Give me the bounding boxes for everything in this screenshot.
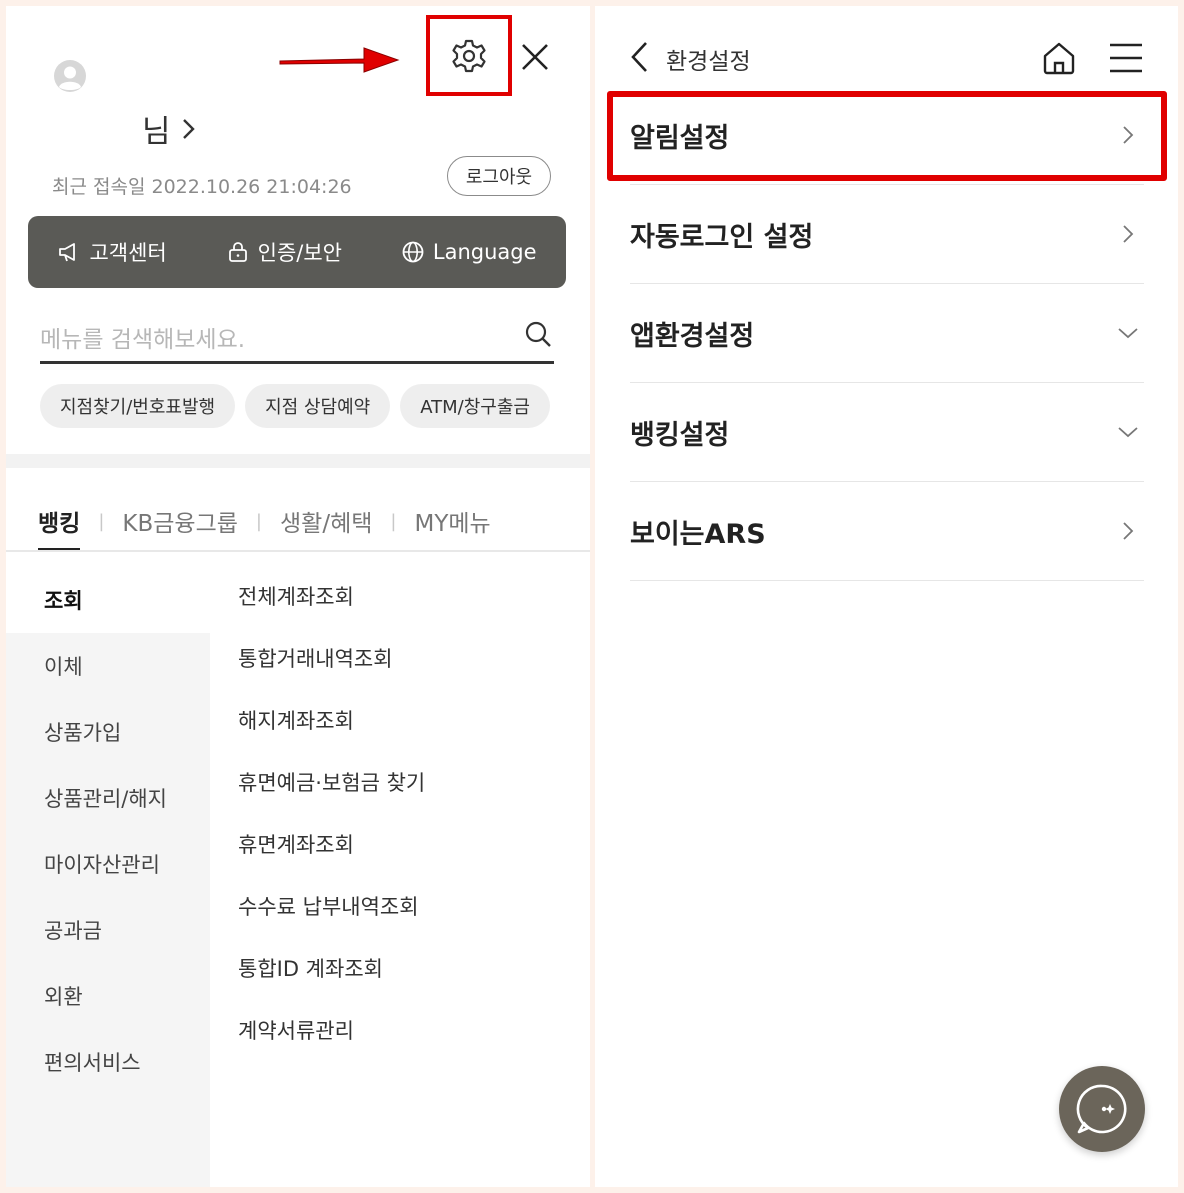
user-profile-link[interactable]: 님 [142,106,197,151]
category-item-convenience[interactable]: 편의서비스 [6,1029,210,1095]
chip-atm-withdrawal[interactable]: ATM/창구출금 [400,384,550,428]
close-icon[interactable] [520,42,550,72]
settings-item-banking[interactable]: 뱅킹설정 [630,383,1144,482]
submenu-item[interactable]: 계약서류관리 [238,997,425,1063]
submenu-item[interactable]: 통합거래내역조회 [238,625,425,691]
settings-panel: 환경설정 알림설정 자동로그인 설정 앱환경설정 뱅킹설정 보이는ARS [595,6,1178,1187]
chat-bubble-icon [1075,1082,1129,1136]
arrow-annotation-icon [278,42,400,78]
submenu-item[interactable]: 수수료 납부내역조회 [238,873,425,939]
tab-underline [6,550,590,552]
quick-links-bar: 고객센터 인증/보안 Language [28,216,566,288]
chip-branch-reservation[interactable]: 지점 상담예약 [245,384,391,428]
chevron-right-icon [1118,224,1138,244]
category-item-product-signup[interactable]: 상품가입 [6,699,210,765]
menu-tabs: 뱅킹 | KB금융그룹 | 생활/혜택 | MY메뉴 [38,504,491,552]
menu-search[interactable]: 메뉴를 검색해보세요. [40,312,554,364]
submenu-item[interactable]: 전체계좌조회 [238,563,425,629]
page-title: 환경설정 [666,49,751,75]
home-icon[interactable] [1041,40,1077,76]
settings-item-app-environment[interactable]: 앱환경설정 [630,284,1144,383]
submenu-item[interactable]: 휴면계좌조회 [238,811,425,877]
tab-kb-group[interactable]: KB금융그룹 [122,504,238,538]
tab-separator: | [98,510,105,532]
globe-icon [401,240,425,264]
avatar[interactable] [54,60,86,92]
user-name-suffix: 님 [142,114,171,150]
gear-icon[interactable] [451,38,487,74]
submenu-item[interactable]: 통합ID 계좌조회 [238,935,425,1001]
category-item-product-manage[interactable]: 상품관리/해지 [6,765,210,831]
menu-panel: 님 최근 접속일 2022.10.26 21:04:26 로그아웃 고객센터 인… [6,6,590,1187]
tab-life-benefits[interactable]: 생활/혜택 [280,504,372,538]
tab-banking[interactable]: 뱅킹 [38,504,81,552]
category-item-utility-bills[interactable]: 공과금 [6,897,210,963]
settings-item-visible-ars[interactable]: 보이는ARS [630,482,1144,581]
lock-icon [226,240,250,264]
search-input[interactable]: 메뉴를 검색해보세요. [40,320,245,354]
chatbot-button[interactable] [1059,1066,1145,1152]
quick-link-label: Language [432,240,537,264]
submenu-item[interactable]: 해지계좌조회 [238,687,425,753]
category-item-my-assets[interactable]: 마이자산관리 [6,831,210,897]
quick-link-label: 고객센터 [89,241,167,265]
settings-item-label: 보이는ARS [630,518,766,550]
shortcut-chips: 지점찾기/번호표발행 지점 상담예약 ATM/창구출금 [40,384,550,428]
quick-link-customer-center[interactable]: 고객센터 [57,237,167,267]
category-list: 조회 이체 상품가입 상품관리/해지 마이자산관리 공과금 외환 편의서비스 [6,567,210,1187]
section-divider [6,454,590,468]
chevron-down-icon [1118,323,1138,343]
search-icon[interactable] [524,320,552,348]
quick-link-label: 인증/보안 [257,241,342,265]
category-item-inquiry[interactable]: 조회 [6,567,210,633]
tab-separator: | [390,510,397,532]
chevron-down-icon [1118,422,1138,442]
category-item-transfer[interactable]: 이체 [6,633,210,699]
hamburger-menu-icon[interactable] [1109,42,1143,74]
chip-branch-finder[interactable]: 지점찾기/번호표발행 [40,384,236,428]
settings-item-auto-login[interactable]: 자동로그인 설정 [630,185,1144,284]
settings-item-label: 자동로그인 설정 [630,221,814,253]
back-arrow-icon[interactable] [629,40,651,74]
chevron-right-icon [181,117,197,141]
settings-item-label: 앱환경설정 [630,320,755,352]
category-item-foreign-exchange[interactable]: 외환 [6,963,210,1029]
logout-button[interactable]: 로그아웃 [447,156,551,196]
settings-item-label: 뱅킹설정 [630,419,730,451]
megaphone-icon [57,240,81,264]
quick-link-language[interactable]: Language [401,240,537,264]
quick-link-security[interactable]: 인증/보안 [226,237,342,267]
submenu-item[interactable]: 휴면예금·보험금 찾기 [238,749,425,815]
notifications-highlight-frame [607,91,1167,181]
tab-my-menu[interactable]: MY메뉴 [414,504,490,538]
last-login-time: 최근 접속일 2022.10.26 21:04:26 [52,176,352,198]
tab-separator: | [255,510,262,532]
chevron-right-icon [1118,521,1138,541]
submenu-list: 전체계좌조회 통합거래내역조회 해지계좌조회 휴면예금·보험금 찾기 휴면계좌조… [238,567,425,1063]
